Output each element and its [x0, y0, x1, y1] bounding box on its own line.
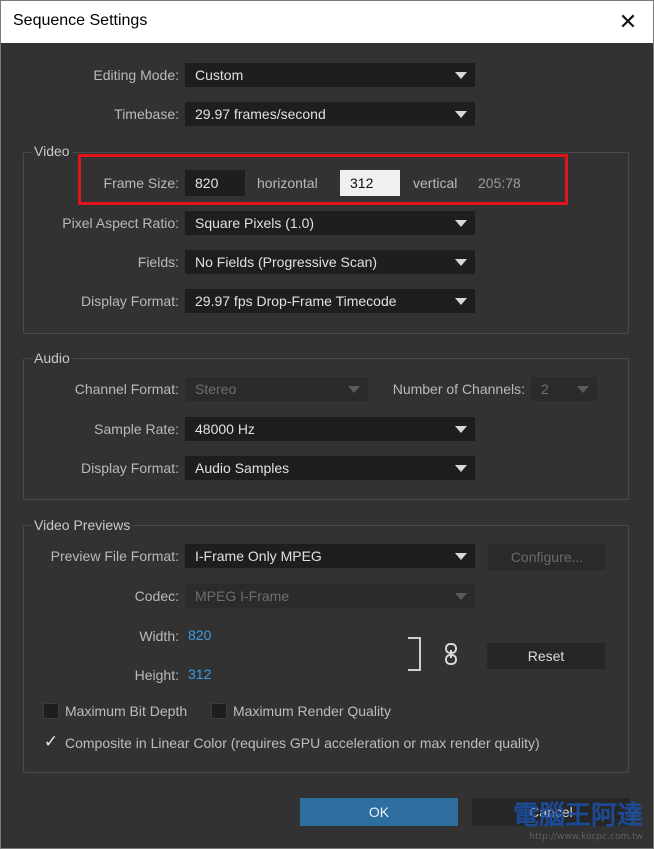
channel-format-value: Stereo	[195, 381, 237, 397]
chevron-down-icon	[455, 465, 467, 472]
channel-format-label: Channel Format:	[74, 381, 179, 397]
video-display-format-value: 29.97 fps Drop-Frame Timecode	[195, 293, 397, 309]
chevron-down-icon	[348, 386, 360, 393]
num-channels-value: 2	[541, 381, 549, 397]
video-display-format-label: Display Format:	[80, 293, 179, 309]
max-render-quality-label: Maximum Render Quality	[233, 703, 391, 719]
composite-linear-label: Composite in Linear Color (requires GPU …	[65, 735, 540, 751]
editing-mode-dropdown[interactable]: Custom	[185, 63, 475, 87]
num-channels-label: Number of Channels:	[392, 381, 525, 397]
window-title: Sequence Settings	[13, 12, 148, 29]
preview-file-format-label: Preview File Format:	[50, 548, 179, 564]
chevron-down-icon	[455, 72, 467, 79]
sequence-settings-dialog: Sequence Settings ✕ Editing Mode: Custom…	[0, 0, 654, 849]
max-render-quality-checkbox[interactable]	[211, 703, 227, 719]
audio-group-title: Audio	[31, 350, 73, 366]
editing-mode-value: Custom	[195, 67, 244, 83]
codec-label: Codec:	[134, 588, 179, 604]
watermark-logo: 電腦王阿達 http://www.kocpc.com.tw	[513, 795, 643, 842]
chevron-down-icon	[455, 298, 467, 305]
audio-display-format-label: Display Format:	[80, 460, 179, 476]
preview-height-value[interactable]: 312	[188, 666, 211, 682]
timebase-dropdown[interactable]: 29.97 frames/second	[185, 102, 475, 126]
pixel-aspect-value: Square Pixels (1.0)	[195, 215, 315, 231]
timebase-label: Timebase:	[114, 106, 179, 122]
chevron-down-icon	[455, 220, 467, 227]
chevron-down-icon	[455, 259, 467, 266]
ok-button[interactable]: OK	[300, 798, 458, 826]
chevron-down-icon	[455, 426, 467, 433]
chevron-down-icon	[455, 111, 467, 118]
preview-file-format-dropdown[interactable]: I-Frame Only MPEG	[185, 544, 475, 568]
frame-size-highlight	[78, 154, 568, 205]
title-bar: Sequence Settings ✕	[1, 1, 653, 43]
watermark-url: http://www.kocpc.com.tw	[529, 832, 643, 842]
preview-file-format-value: I-Frame Only MPEG	[195, 548, 322, 564]
pixel-aspect-label: Pixel Aspect Ratio:	[62, 215, 179, 231]
fields-value: No Fields (Progressive Scan)	[195, 254, 378, 270]
video-group-title: Video	[31, 143, 73, 159]
max-bit-depth-label: Maximum Bit Depth	[65, 703, 188, 719]
configure-button: Configure...	[488, 544, 606, 570]
video-previews-group-title: Video Previews	[31, 517, 134, 533]
timebase-value: 29.97 frames/second	[195, 106, 326, 122]
pixel-aspect-dropdown[interactable]: Square Pixels (1.0)	[185, 211, 475, 235]
codec-value: MPEG I-Frame	[195, 588, 290, 604]
preview-width-value[interactable]: 820	[188, 627, 211, 643]
chevron-down-icon	[455, 553, 467, 560]
fields-dropdown[interactable]: No Fields (Progressive Scan)	[185, 250, 475, 274]
video-display-format-dropdown[interactable]: 29.97 fps Drop-Frame Timecode	[185, 289, 475, 313]
preview-height-label: Height:	[134, 667, 179, 683]
watermark-text: 電腦王阿達	[512, 801, 643, 831]
audio-display-format-dropdown[interactable]: Audio Samples	[185, 456, 475, 480]
codec-dropdown: MPEG I-Frame	[185, 584, 475, 608]
fields-label: Fields:	[137, 254, 179, 270]
close-icon[interactable]: ✕	[613, 7, 643, 37]
num-channels-dropdown: 2	[531, 377, 597, 401]
chevron-down-icon	[577, 386, 589, 393]
reset-button[interactable]: Reset	[487, 643, 605, 669]
preview-width-label: Width:	[139, 628, 179, 644]
sample-rate-value: 48000 Hz	[195, 421, 255, 437]
link-bracket	[408, 637, 421, 671]
editing-mode-label: Editing Mode:	[93, 67, 179, 83]
chevron-down-icon	[455, 593, 467, 600]
sample-rate-label: Sample Rate:	[94, 421, 179, 437]
audio-display-format-value: Audio Samples	[195, 460, 290, 476]
chain-link-icon[interactable]	[443, 643, 459, 670]
composite-linear-checkbox[interactable]: ✓	[43, 733, 59, 751]
channel-format-dropdown: Stereo	[185, 377, 368, 401]
max-bit-depth-checkbox[interactable]	[43, 703, 59, 719]
sample-rate-dropdown[interactable]: 48000 Hz	[185, 417, 475, 441]
